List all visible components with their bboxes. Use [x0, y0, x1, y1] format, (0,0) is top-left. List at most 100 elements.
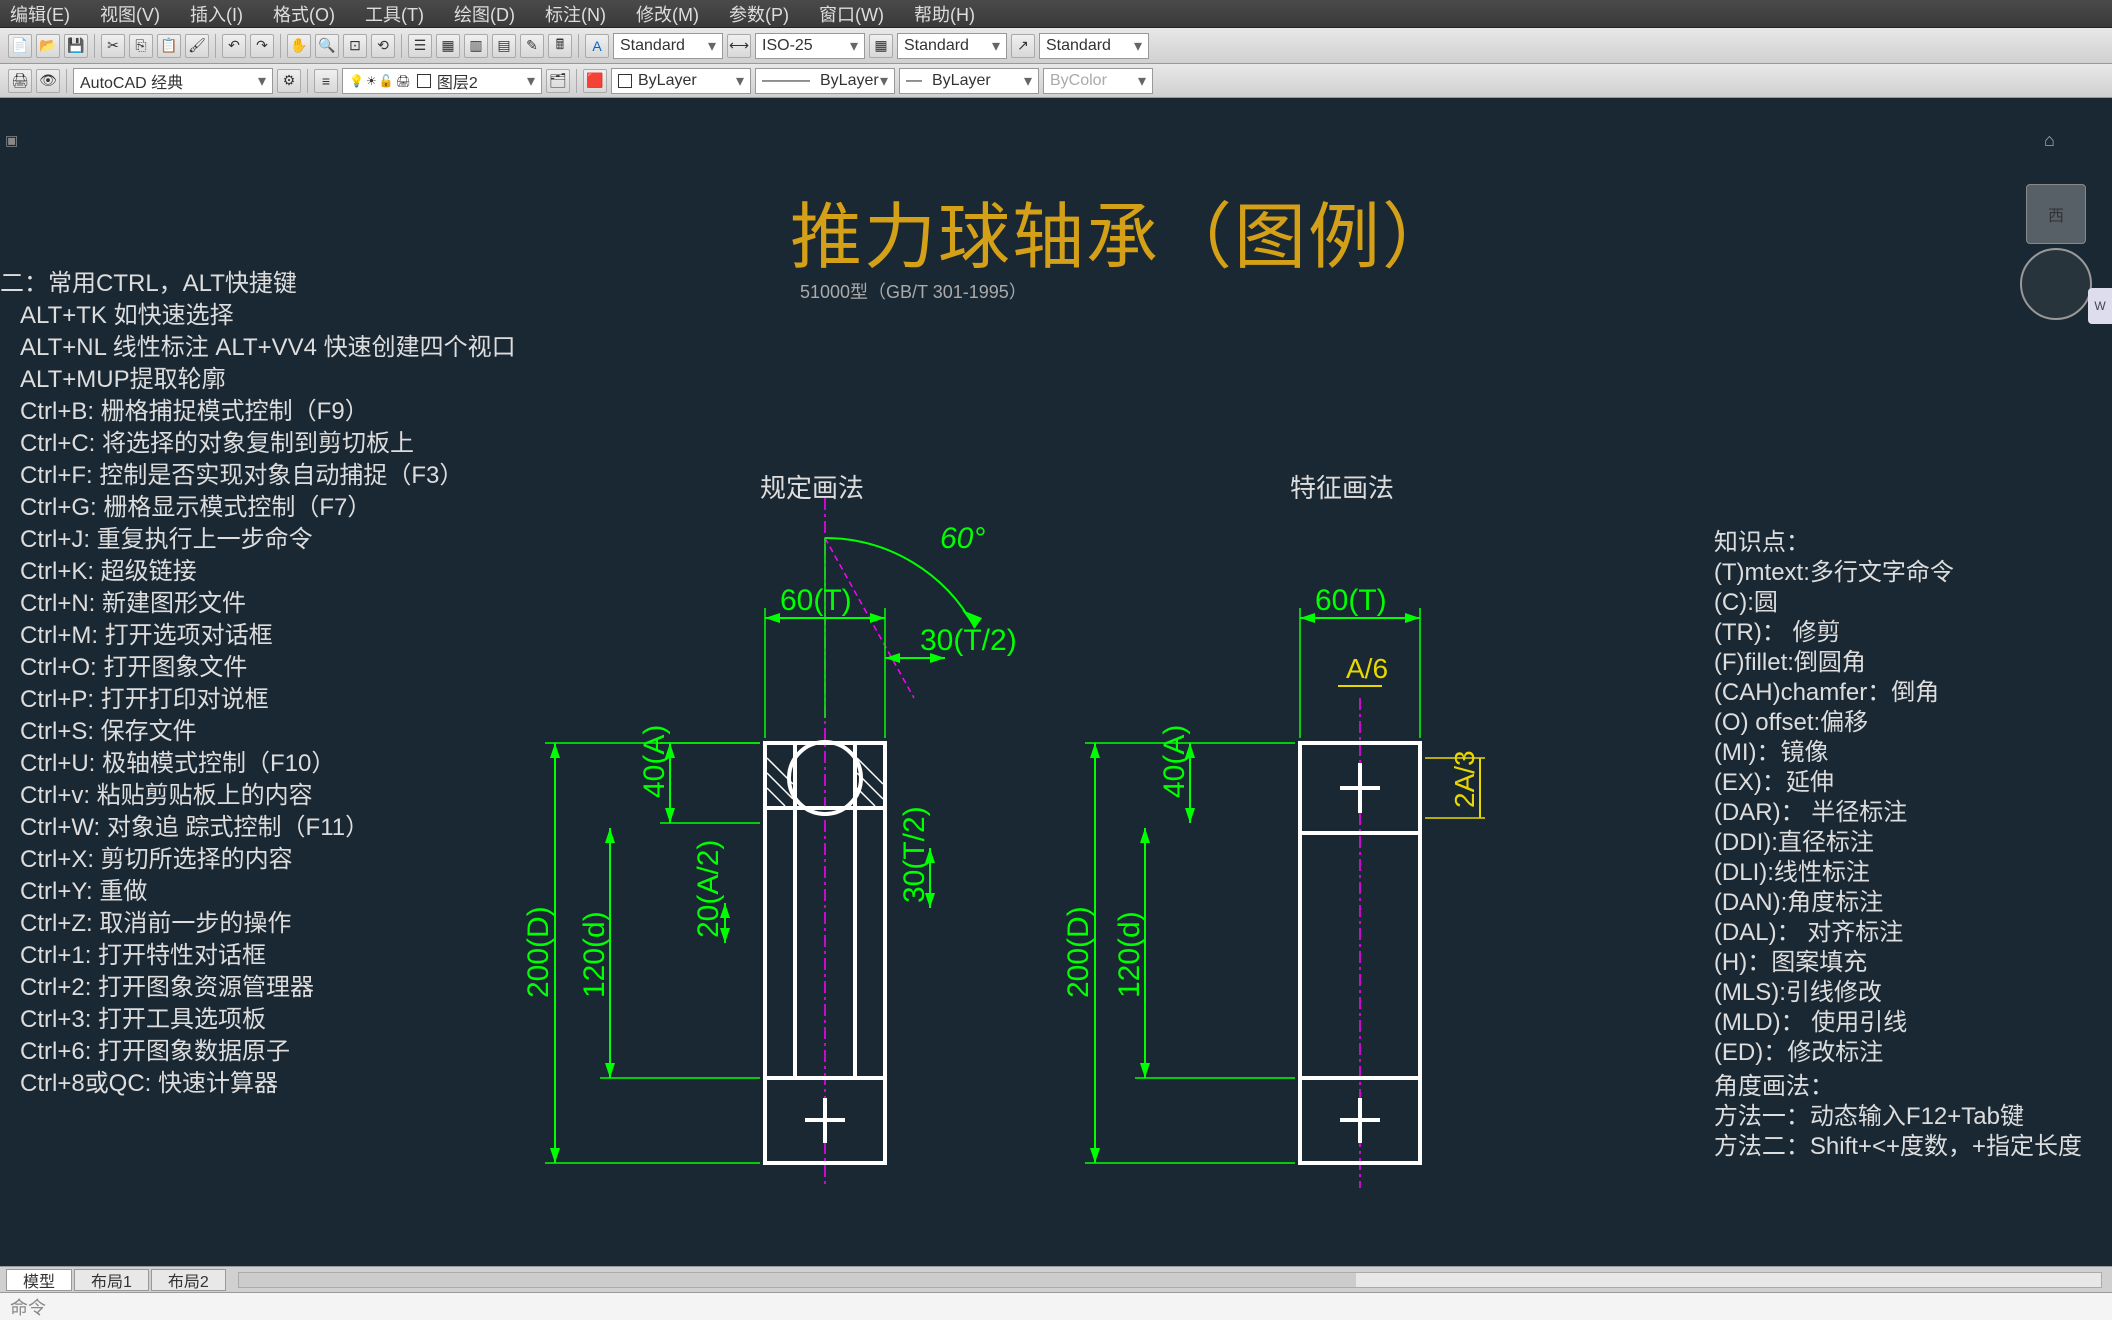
menu-modify[interactable]: 修改(M) — [636, 1, 699, 27]
menu-parametric[interactable]: 参数(P) — [729, 1, 789, 27]
shortcut-line: Ctrl+O: 打开图象文件 — [20, 652, 516, 684]
color-select[interactable]: ByLayer — [611, 68, 751, 94]
svg-text:40(A): 40(A) — [638, 725, 671, 798]
menu-dimension[interactable]: 标注(N) — [545, 1, 606, 27]
menu-window[interactable]: 窗口(W) — [819, 1, 884, 27]
shortcut-line: Ctrl+M: 打开选项对话框 — [20, 620, 516, 652]
match-button[interactable]: 🖌 — [185, 34, 209, 58]
dimstyle-icon[interactable]: ⟷ — [727, 34, 751, 58]
layer-prev-button[interactable]: 🗂 — [546, 69, 570, 93]
preview-button[interactable]: 👁 — [36, 69, 60, 93]
color-icon[interactable]: 🟥 — [583, 69, 607, 93]
command-line[interactable]: 命令 — [0, 1292, 2112, 1320]
tab-layout1[interactable]: 布局1 — [74, 1269, 149, 1291]
linetype-select[interactable]: ———ByLayer — [755, 68, 895, 94]
tab-layout2[interactable]: 布局2 — [151, 1269, 226, 1291]
shortcut-line: Ctrl+N: 新建图形文件 — [20, 588, 516, 620]
textstyle-select[interactable]: Standard — [613, 33, 723, 59]
shortcut-line: Ctrl+v: 粘贴剪贴板上的内容 — [20, 780, 516, 812]
shortcut-line: Ctrl+S: 保存文件 — [20, 716, 516, 748]
zoom-button[interactable]: 🔍 — [315, 34, 339, 58]
save-button[interactable]: 💾 — [64, 34, 88, 58]
svg-text:30(T/2): 30(T/2) — [920, 624, 1017, 657]
shortcuts-text-block: 二：常用CTRL，ALT快捷键 ALT+TK 如快速选择 ALT+NL 线性标注… — [20, 268, 516, 1100]
plotstyle-select[interactable]: ByColor — [1043, 68, 1153, 94]
shortcut-line: Ctrl+K: 超级链接 — [20, 556, 516, 588]
svg-text:200(D): 200(D) — [522, 906, 555, 998]
copy-button[interactable]: ⎘ — [129, 34, 153, 58]
cut-button[interactable]: ✂ — [101, 34, 125, 58]
knowledge-line: (MLD)： 使用引线 — [1714, 1008, 2082, 1038]
mleader-select[interactable]: Standard — [1039, 33, 1149, 59]
shortcut-line: Ctrl+6: 打开图象数据原子 — [20, 1036, 516, 1068]
shortcut-line: Ctrl+3: 打开工具选项板 — [20, 1004, 516, 1036]
workspace-select[interactable]: AutoCAD 经典 — [73, 68, 273, 94]
new-button[interactable]: 📄 — [8, 34, 32, 58]
svg-text:30(T/2): 30(T/2) — [898, 806, 931, 903]
svg-text:A/6: A/6 — [1346, 653, 1388, 684]
drawing-canvas[interactable]: ▣ ⌂ 西 W 推力球轴承（图例） 51000型（GB/T 301-1995） … — [0, 98, 2112, 1286]
home-icon[interactable]: ⌂ — [2044, 130, 2064, 150]
properties-panel-icon[interactable]: ▣ — [5, 132, 19, 146]
nav-compass[interactable] — [2020, 248, 2092, 320]
shortcut-line: Ctrl+Z: 取消前一步的操作 — [20, 908, 516, 940]
layer-color-swatch — [417, 74, 431, 88]
right-drawing: 60(T) A/6 2A/3 40(A) 200(D) — [1060, 498, 1580, 1218]
h-scroll-thumb[interactable] — [239, 1273, 1356, 1287]
wheel-panel-tab[interactable]: W — [2088, 288, 2112, 324]
knowledge-line: (O) offset:偏移 — [1714, 708, 2082, 738]
redo-button[interactable]: ↷ — [250, 34, 274, 58]
knowledge-line: (TR)： 修剪 — [1714, 618, 2082, 648]
tablestyle-select[interactable]: Standard — [897, 33, 1007, 59]
menu-format[interactable]: 格式(O) — [273, 1, 335, 27]
dimstyle-select[interactable]: ISO-25 — [755, 33, 865, 59]
properties-button[interactable]: ☰ — [408, 34, 432, 58]
knowledge-angle-heading: 角度画法： — [1714, 1072, 2082, 1102]
svg-text:120(d): 120(d) — [578, 911, 611, 998]
svg-text:120(d): 120(d) — [1113, 911, 1146, 998]
open-button[interactable]: 📂 — [36, 34, 60, 58]
calc-button[interactable]: 🖩 — [548, 34, 572, 58]
shortcut-line: Ctrl+8或QC: 快速计算器 — [20, 1068, 516, 1100]
knowledge-line: (EX)：延伸 — [1714, 768, 2082, 798]
zoom-prev-button[interactable]: ⟲ — [371, 34, 395, 58]
menu-help[interactable]: 帮助(H) — [914, 1, 975, 27]
print-button[interactable]: 🖨 — [8, 69, 32, 93]
mleader-icon[interactable]: ↗ — [1011, 34, 1035, 58]
layer-select[interactable]: 💡☀🔓🖨 图层2 — [342, 68, 542, 94]
left-drawing: 60° 60(T) 30(T/2) — [500, 498, 1080, 1218]
shortcut-line: Ctrl+W: 对象追 踪式控制（F11） — [20, 812, 516, 844]
menu-insert[interactable]: 插入(I) — [190, 1, 243, 27]
svg-text:40(A): 40(A) — [1158, 725, 1191, 798]
menu-view[interactable]: 视图(V) — [100, 1, 160, 27]
view-cube[interactable]: 西 — [2026, 184, 2086, 244]
designcenter-button[interactable]: ▦ — [436, 34, 460, 58]
knowledge-line: (DDI):直径标注 — [1714, 828, 2082, 858]
shortcut-line: Ctrl+G: 栅格显示模式控制（F7） — [20, 492, 516, 524]
layer-props-button[interactable]: ≡ — [314, 69, 338, 93]
workspace-settings-button[interactable]: ⚙ — [277, 69, 301, 93]
svg-text:200(D): 200(D) — [1062, 906, 1095, 998]
shortcut-line: ALT+MUP提取轮廓 — [20, 364, 516, 396]
shortcut-line: Ctrl+2: 打开图象资源管理器 — [20, 972, 516, 1004]
sheetset-button[interactable]: ▤ — [492, 34, 516, 58]
tab-model[interactable]: 模型 — [6, 1269, 72, 1291]
lineweight-select[interactable]: —ByLayer — [899, 68, 1039, 94]
toolpalette-button[interactable]: ▥ — [464, 34, 488, 58]
menu-edit[interactable]: 编辑(E) — [10, 1, 70, 27]
markup-button[interactable]: ✎ — [520, 34, 544, 58]
tablestyle-icon[interactable]: ▦ — [869, 34, 893, 58]
toolbar-standard: 📄 📂 💾 ✂ ⎘ 📋 🖌 ↶ ↷ ✋ 🔍 ⊡ ⟲ ☰ ▦ ▥ ▤ ✎ 🖩 A … — [0, 28, 2112, 64]
knowledge-line: (CAH)chamfer：倒角 — [1714, 678, 2082, 708]
pan-button[interactable]: ✋ — [287, 34, 311, 58]
menu-tools[interactable]: 工具(T) — [365, 1, 424, 27]
shortcut-line: Ctrl+X: 剪切所选择的内容 — [20, 844, 516, 876]
svg-text:60(T): 60(T) — [780, 584, 852, 617]
menu-draw[interactable]: 绘图(D) — [454, 1, 515, 27]
undo-button[interactable]: ↶ — [222, 34, 246, 58]
h-scrollbar[interactable] — [238, 1272, 2102, 1288]
textstyle-icon[interactable]: A — [585, 34, 609, 58]
shortcut-line: ALT+TK 如快速选择 — [20, 300, 516, 332]
zoom-window-button[interactable]: ⊡ — [343, 34, 367, 58]
paste-button[interactable]: 📋 — [157, 34, 181, 58]
